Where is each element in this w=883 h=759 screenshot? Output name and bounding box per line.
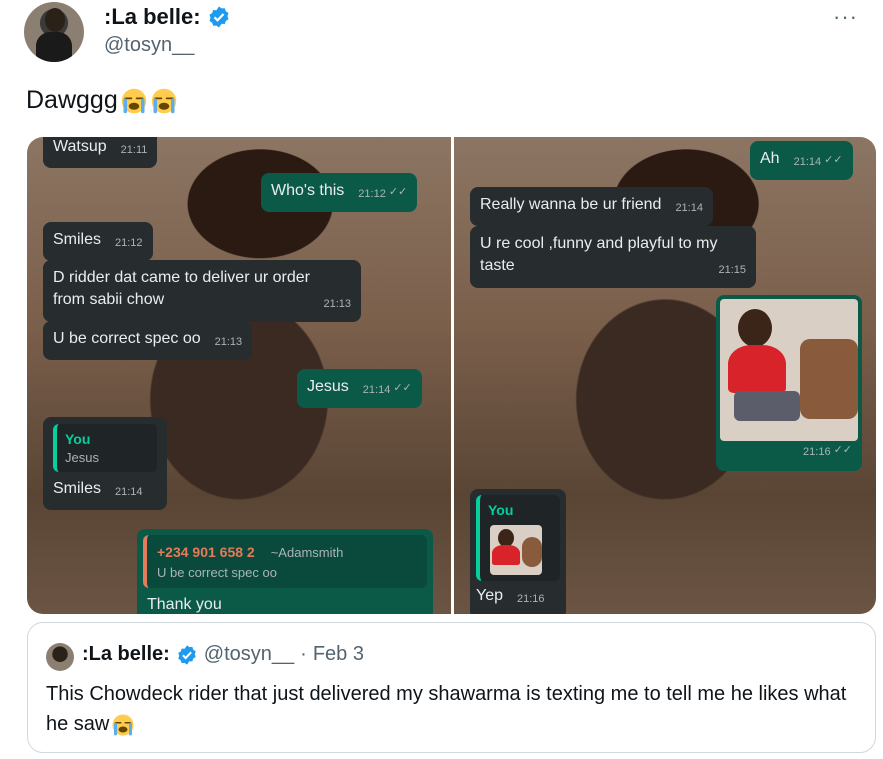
message-bubble: Jesus 21:14 ✓✓ [297,369,422,408]
avatar-shirt [36,32,72,62]
quoted-tweet-text: This Chowdeck rider that just delivered … [46,683,847,736]
author-handle[interactable]: @tosyn__ [104,34,194,57]
quoted-reply: You Jesus [53,424,157,472]
quoted-tweet-date: Feb 3 [312,643,364,665]
author-display-name[interactable]: :La belle: [104,4,201,30]
group-reply-bubble: +234 901 658 2 ~Adamsmith U be correct sp… [137,529,433,614]
message-bubble: U be correct spec oo 21:13 [43,321,253,360]
verified-badge-icon [178,644,196,665]
image-message-bubble: 21:16 ✓✓ [716,295,862,471]
loudly-crying-face-icon [151,88,176,113]
tweet-text: Dawggg [26,86,178,115]
author-name-row: :La belle: [104,4,231,30]
quoted-author-handle: @tosyn__ [203,643,295,665]
read-ticks-icon: ✓✓ [393,382,412,394]
read-ticks-icon: ✓✓ [388,186,408,198]
message-bubble: D ridder dat came to deliver ur order fr… [43,260,361,322]
quoted-reply: You [476,495,560,581]
quoted-author-row: :La belle: @tosyn__ · Feb 3 [82,643,364,666]
message-bubble: Smiles 21:12 [43,222,153,261]
verified-badge-icon [209,6,229,28]
reply-message-bubble: You Jesus Smiles 21:14 [43,417,167,510]
loudly-crying-face-icon [112,714,134,736]
quoted-author-display-name: :La belle: [82,643,170,665]
quoted-author-avatar [46,643,74,671]
message-bubble: Who's this 21:12 ✓✓ [261,173,418,212]
tweet-media[interactable]: Watsup 21:11 Who's this 21:12 ✓✓ Smiles 21:1… [27,137,876,614]
message-bubble: U re cool ,funny and playful to my taste… [470,226,756,288]
loudly-crying-face-icon [121,88,146,113]
quoted-group-reply: +234 901 658 2 ~Adamsmith U be correct sp… [143,535,427,588]
author-avatar[interactable] [24,2,84,62]
read-ticks-icon: ✓✓ [833,444,852,456]
more-options-icon[interactable]: ··· [833,4,858,30]
kid-photo-thumbnail [490,525,542,575]
message-bubble: Ah 21:14 ✓✓ [750,141,853,180]
chat-screenshot-left[interactable]: Watsup 21:11 Who's this 21:12 ✓✓ Smiles 21:1… [27,137,451,614]
read-ticks-icon: ✓✓ [824,154,843,166]
message-bubble: Watsup 21:11 [43,137,158,168]
message-bubble: Really wanna be ur friend 21:14 [470,187,713,226]
tweet-text-content: Dawggg [26,86,118,114]
reply-message-bubble: You Yep 21:16 [470,489,566,614]
avatar-head [45,8,65,32]
tweet-header: :La belle: @tosyn__ ··· [24,0,864,64]
quoted-tweet[interactable]: :La belle: @tosyn__ · Feb 3 This Chowdec… [27,622,876,753]
separator: · [300,643,307,665]
kid-photo[interactable] [720,299,858,441]
chat-screenshot-right[interactable]: Ah 21:14 ✓✓ Really wanna be ur friend 21:14… [454,137,876,614]
